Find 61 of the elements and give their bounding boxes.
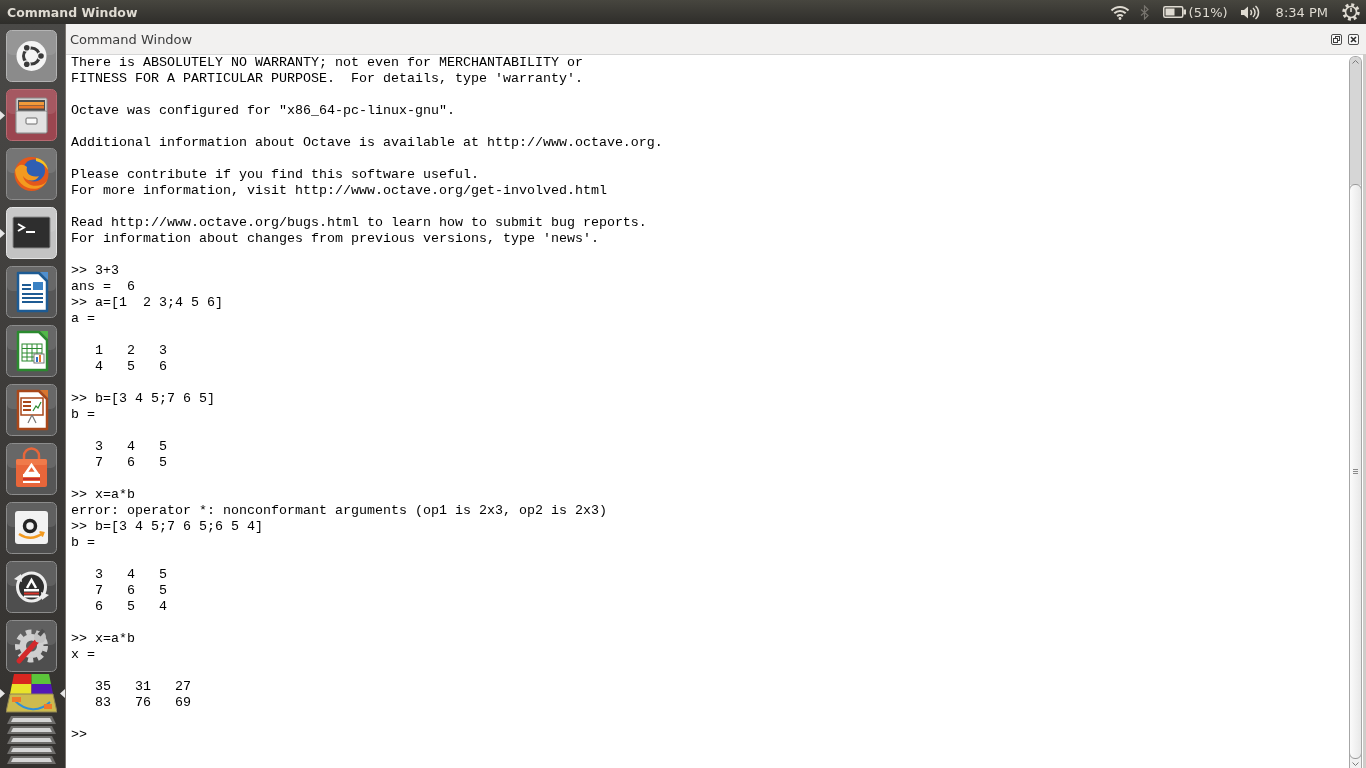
terminal-icon[interactable] <box>6 207 57 259</box>
matrix-row: 4 5 6 <box>95 359 167 375</box>
matrix-row: 1 2 3 <box>95 343 167 359</box>
console-line: >> b=[3 4 5;7 6 5;6 5 4] <box>71 519 263 535</box>
battery-icon[interactable] <box>1162 6 1186 18</box>
matrix-row: 3 4 5 <box>95 439 167 455</box>
matrix-row: 83 76 69 <box>95 695 191 711</box>
battery-percentage: (51%) <box>1188 4 1228 20</box>
volume-icon[interactable] <box>1239 4 1260 20</box>
window-title: Command Window <box>7 4 138 20</box>
caret-down-icon[interactable] <box>1352 762 1359 766</box>
text-document-icon[interactable] <box>6 266 57 318</box>
fox-globe-icon[interactable] <box>6 148 57 200</box>
matrix-row: 7 6 5 <box>95 455 167 471</box>
console-line: a = <box>71 311 95 327</box>
overlapping-squares-icon <box>1333 35 1340 43</box>
matrix-row: 7 6 5 <box>95 583 167 599</box>
console-line: >> x=a*b <box>71 487 135 503</box>
workspace-grid-icon[interactable] <box>6 672 57 714</box>
circular-arrows-icon[interactable] <box>6 561 57 613</box>
grip-icon <box>1353 469 1358 474</box>
scrollbar-track[interactable] <box>1349 56 1362 768</box>
matrix-row: 3 4 5 <box>95 567 167 583</box>
console-line: ans = 6 <box>71 279 135 295</box>
console-line: There is ABSOLUTELY NO WARRANTY; not even for MERCHANTABILITY or <box>71 55 583 71</box>
console-line: x = <box>71 647 95 663</box>
console-line: >> a=[1 2 3;4 5 6] <box>71 295 223 311</box>
undock-button[interactable] <box>1331 33 1342 45</box>
console-line: For more information, visit http://www.octave.org/get-involved.html <box>71 183 607 199</box>
close-button[interactable] <box>1348 33 1359 45</box>
matrix-row: 35 31 27 <box>95 679 191 695</box>
folded-tiles-icon[interactable] <box>6 715 57 765</box>
console-line: b = <box>71 407 95 423</box>
matrix-row: 6 5 4 <box>95 599 167 615</box>
file-cabinet-icon[interactable] <box>6 89 57 141</box>
smile-logo-icon[interactable] <box>6 502 57 554</box>
clock[interactable]: 8:34 PM <box>1275 4 1328 20</box>
dock-title: Command Window <box>70 31 193 47</box>
console-line: Read http://www.octave.org/bugs.html to learn how to submit bug reports. <box>71 215 647 231</box>
spreadsheet-icon[interactable] <box>6 325 57 377</box>
console-line: Additional information about Octave is available at http://www.octave.org. <box>71 135 663 151</box>
console-line: Octave was configured for "x86_64-pc-linux-gnu". <box>71 103 455 119</box>
console-line: b = <box>71 535 95 551</box>
console-line: FITNESS FOR A PARTICULAR PURPOSE. For details, type 'warranty'. <box>71 71 583 87</box>
presentation-icon[interactable] <box>6 384 57 436</box>
console-line: >> b=[3 4 5;7 6 5] <box>71 391 215 407</box>
console-line: >> 3+3 <box>71 263 119 279</box>
console-line: >> x=a*b <box>71 631 135 647</box>
gear-icon[interactable] <box>1342 3 1360 21</box>
gear-wrench-icon[interactable] <box>6 620 57 672</box>
caret-up-icon[interactable] <box>1352 60 1359 64</box>
console-line: Please contribute if you find this software useful. <box>71 167 479 183</box>
close-icon <box>1350 35 1357 43</box>
console-line: For information about changes from previous versions, type 'news'. <box>71 231 599 247</box>
shopping-bag-icon[interactable] <box>6 443 57 495</box>
console-line: >> <box>71 727 87 743</box>
bluetooth-icon[interactable] <box>1139 4 1149 20</box>
scrollbar-thumb[interactable] <box>1350 184 1361 759</box>
wifi-icon[interactable] <box>1109 4 1130 20</box>
console-line: error: operator *: nonconformant arguments (op1 is 2x3, op2 is 2x3) <box>71 503 607 519</box>
ring-logo-icon[interactable] <box>6 30 57 82</box>
